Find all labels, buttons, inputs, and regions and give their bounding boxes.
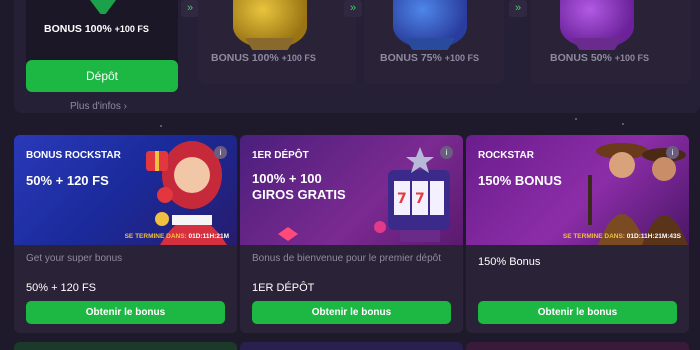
medal-purple-base <box>572 38 622 50</box>
card-description: Bonus de bienvenue pour le premier dépôt <box>252 253 442 264</box>
medal-gold-base <box>245 38 295 50</box>
slot-machine-illustration: 7 7 <box>374 147 450 242</box>
card-banner: 7 7 1ER DÉPÔT 100% + 100 GIROS GRATIS i <box>240 135 463 245</box>
card-offer: 50% + 120 FS <box>26 173 109 188</box>
info-icon[interactable]: i <box>214 146 227 159</box>
card-title: 1ER DÉPÔT <box>252 150 309 161</box>
tier-3-label: BONUS 75% +100 FS <box>380 52 480 64</box>
chevron-right-icon: » <box>181 0 199 17</box>
next-card-peek <box>14 342 237 350</box>
card-banner: ROCKSTAR 150% BONUS SE TERMINE DANS: 01D… <box>466 135 689 245</box>
chevron-right-icon: » <box>509 0 527 17</box>
next-card-peek <box>466 342 689 350</box>
card-value: 50% + 120 FS <box>26 282 97 294</box>
card-description: Get your super bonus <box>26 253 123 264</box>
info-icon[interactable]: i <box>666 146 679 159</box>
bonus-card-first-deposit: 7 7 1ER DÉPÔT 100% + 100 GIROS GRATIS i … <box>240 135 463 333</box>
svg-text:7: 7 <box>415 191 425 207</box>
card-title: ROCKSTAR <box>478 150 534 161</box>
info-icon[interactable]: i <box>440 146 453 159</box>
bonus-card-rockstar-150: ROCKSTAR 150% BONUS SE TERMINE DANS: 01D… <box>466 135 689 333</box>
deposit-button[interactable]: Dépôt <box>26 60 178 92</box>
bonus-card-rockstar: BONUS ROCKSTAR 50% + 120 FS SE TERMINE D… <box>14 135 237 333</box>
countdown-timer: SE TERMINE DANS: 01D:11H:21M <box>124 233 229 240</box>
claim-bonus-button[interactable]: Obtenir le bonus <box>252 301 451 324</box>
chevron-right-icon: » <box>344 0 362 17</box>
card-value: 1ER DÉPÔT <box>252 282 315 294</box>
claim-bonus-button[interactable]: Obtenir le bonus <box>26 301 225 324</box>
more-info-link[interactable]: Plus d'infos › <box>70 101 127 112</box>
countdown-timer: SE TERMINE DANS: 01D:11H:21M:43S <box>562 233 681 240</box>
card-banner: BONUS ROCKSTAR 50% + 120 FS SE TERMINE D… <box>14 135 237 245</box>
tier-1-label: BONUS 100% +100 FS <box>44 23 149 35</box>
medal-blue-base <box>405 38 455 50</box>
tier-2-label: BONUS 100% +100 FS <box>211 52 316 64</box>
card-description: 150% Bonus <box>478 256 541 268</box>
next-card-peek <box>240 342 463 350</box>
card-title: BONUS ROCKSTAR <box>26 150 121 161</box>
card-offer: 100% + 100 GIROS GRATIS <box>252 171 346 202</box>
svg-text:7: 7 <box>397 191 407 207</box>
tier-4-label: BONUS 50% +100 FS <box>550 52 650 64</box>
card-offer: 150% BONUS <box>478 173 562 188</box>
claim-bonus-button[interactable]: Obtenir le bonus <box>478 301 677 324</box>
decor-candy-icon <box>278 227 298 241</box>
